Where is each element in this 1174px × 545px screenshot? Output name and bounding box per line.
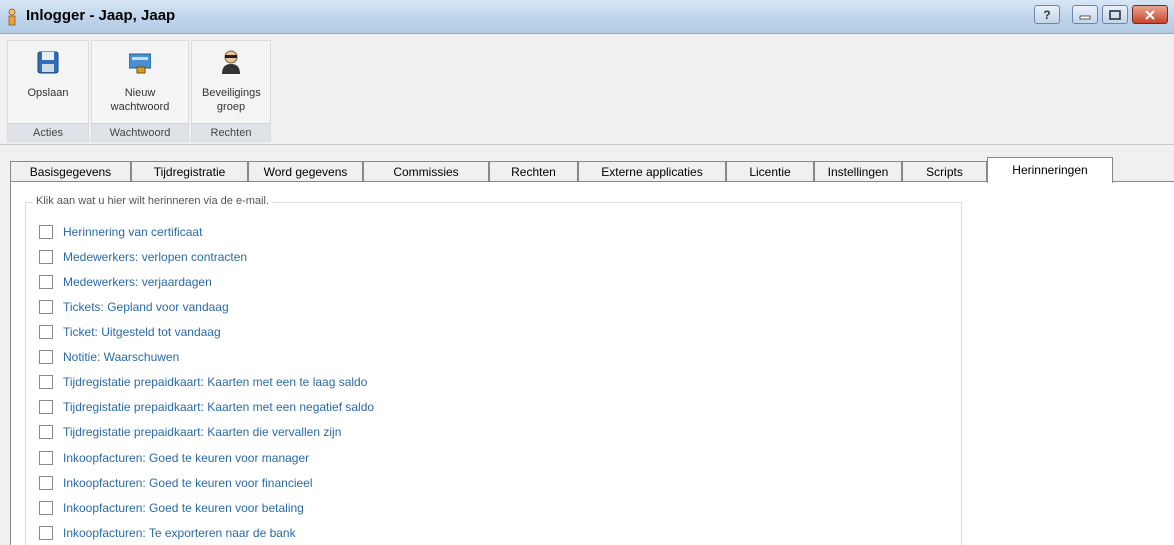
password-card-icon [129,53,151,74]
reminder-item[interactable]: Inkoopfacturen: Goed te keuren voor mana… [39,449,309,467]
reminder-checkbox[interactable] [39,476,53,490]
maximize-icon [1109,9,1121,20]
reminder-checkbox[interactable] [39,325,53,339]
security-group-label: Beveiligings groep [202,87,261,113]
reminder-checkbox[interactable] [39,400,53,414]
reminder-item[interactable]: Notitie: Waarschuwen [39,348,179,366]
security-person-icon [222,50,240,74]
save-button[interactable]: Opslaan [8,41,88,123]
reminder-item[interactable]: Tijdregistatie prepaidkaart: Kaarten met… [39,373,367,391]
title-bar: Inlogger - Jaap, Jaap ? [0,0,1174,34]
reminder-checkbox[interactable] [39,300,53,314]
window-controls: ? [1034,5,1168,24]
group-label-acties: Acties [8,123,88,141]
reminder-item[interactable]: Inkoopfacturen: Goed te keuren voor fina… [39,474,313,492]
reminder-label[interactable]: Medewerkers: verjaardagen [63,275,212,289]
tab-licentie[interactable]: Licentie [726,161,814,182]
reminder-item[interactable]: Herinnering van certificaat [39,223,202,241]
tab-externe-applicaties[interactable]: Externe applicaties [578,161,726,182]
reminder-checkbox[interactable] [39,501,53,515]
tab-strip: Basisgegevens Tijdregistratie Word gegev… [0,157,1174,183]
tab-instellingen[interactable]: Instellingen [814,161,902,182]
reminder-checkbox[interactable] [39,451,53,465]
reminder-label[interactable]: Medewerkers: verlopen contracten [63,250,247,264]
reminder-item[interactable]: Inkoopfacturen: Goed te keuren voor beta… [39,499,304,517]
reminder-label[interactable]: Inkoopfacturen: Te exporteren naar de ba… [63,526,296,540]
tab-word-gegevens[interactable]: Word gegevens [248,161,363,182]
help-icon: ? [1043,7,1051,22]
reminder-label[interactable]: Notitie: Waarschuwen [63,350,179,364]
reminder-label[interactable]: Inkoopfacturen: Goed te keuren voor mana… [63,451,309,465]
ribbon-toolbar: Opslaan Acties Nieuw wachtwoord Wachtwoo… [0,34,1174,145]
reminder-checkbox[interactable] [39,375,53,389]
group-label-wachtwoord: Wachtwoord [92,123,188,141]
reminder-checkbox[interactable] [39,425,53,439]
reminder-item[interactable]: Inkoopfacturen: Te exporteren naar de ba… [39,524,296,542]
reminder-label[interactable]: Tijdregistatie prepaidkaart: Kaarten met… [63,375,367,389]
reminder-checkbox[interactable] [39,350,53,364]
reminder-item[interactable]: Tijdregistatie prepaidkaart: Kaarten die… [39,423,341,441]
reminders-group: Klik aan wat u hier wilt herinneren via … [25,195,962,545]
reminder-item[interactable]: Ticket: Uitgesteld tot vandaag [39,323,221,341]
close-icon [1145,9,1155,20]
security-group-button[interactable]: Beveiligings groep [192,41,270,123]
reminder-item[interactable]: Tijdregistatie prepaidkaart: Kaarten met… [39,398,374,416]
save-label: Opslaan [27,87,69,99]
reminder-item[interactable]: Medewerkers: verjaardagen [39,273,212,291]
reminder-label[interactable]: Ticket: Uitgesteld tot vandaag [63,325,221,339]
new-password-button[interactable]: Nieuw wachtwoord [92,41,188,123]
tab-tijdregistratie[interactable]: Tijdregistratie [131,161,248,182]
reminder-label[interactable]: Inkoopfacturen: Goed te keuren voor fina… [63,476,313,490]
tab-commissies[interactable]: Commissies [363,161,489,182]
ribbon-group-acties: Opslaan Acties [7,40,89,142]
close-button[interactable] [1132,5,1168,24]
reminder-item[interactable]: Medewerkers: verlopen contracten [39,248,247,266]
reminder-checkbox[interactable] [39,225,53,239]
ribbon-group-wachtwoord: Nieuw wachtwoord Wachtwoord [91,40,189,142]
tab-basisgegevens[interactable]: Basisgegevens [10,161,131,182]
reminder-label[interactable]: Inkoopfacturen: Goed te keuren voor beta… [63,501,304,515]
tab-herinneringen[interactable]: Herinneringen [987,157,1113,183]
tab-content-herinneringen: Klik aan wat u hier wilt herinneren via … [10,181,1174,545]
reminder-label[interactable]: Tijdregistatie prepaidkaart: Kaarten met… [63,400,374,414]
reminder-checkbox[interactable] [39,275,53,289]
reminder-label[interactable]: Tickets: Gepland voor vandaag [63,300,229,314]
reminder-item[interactable]: Tickets: Gepland voor vandaag [39,298,229,316]
window-title: Inlogger - Jaap, Jaap [26,7,176,24]
reminder-checkbox[interactable] [39,526,53,540]
reminder-label[interactable]: Tijdregistatie prepaidkaart: Kaarten die… [63,425,341,439]
reminder-label[interactable]: Herinnering van certificaat [63,225,202,239]
new-password-label: Nieuw wachtwoord [110,87,170,113]
minimize-button[interactable] [1072,5,1098,24]
save-icon [37,51,59,74]
tab-scripts[interactable]: Scripts [902,161,987,182]
tab-rechten[interactable]: Rechten [489,161,578,182]
reminders-legend: Klik aan wat u hier wilt herinneren via … [32,195,273,207]
maximize-button[interactable] [1102,5,1128,24]
reminder-checkbox[interactable] [39,250,53,264]
help-button[interactable]: ? [1034,5,1060,24]
ribbon-group-rechten: Beveiligings groep Rechten [191,40,271,142]
group-label-rechten: Rechten [192,123,270,141]
minimize-icon [1079,15,1091,19]
user-icon [8,8,16,26]
